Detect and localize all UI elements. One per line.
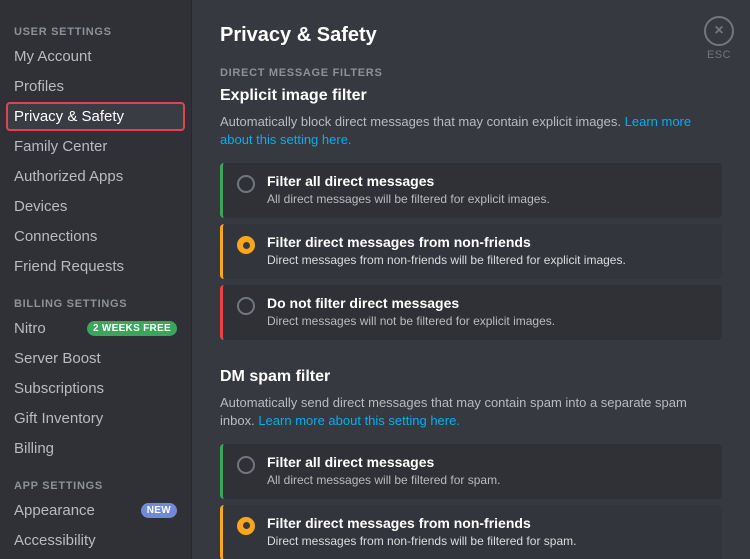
spam-filter-non-friends-option[interactable]: Filter direct messages from non-friends … [220, 505, 722, 559]
sidebar-item-label: Profiles [14, 78, 64, 95]
sidebar-item-label: Nitro [14, 320, 46, 337]
esc-button[interactable]: × ESC [704, 16, 734, 61]
page-title: Privacy & Safety [220, 24, 722, 47]
spam-filter-all-label: Filter all direct messages [267, 454, 708, 470]
sidebar-item-label: My Account [14, 48, 92, 65]
dm-spam-filter-options: Filter all direct messages All direct me… [220, 444, 722, 559]
explicit-filter-all-sublabel: All direct messages will be filtered for… [267, 191, 708, 208]
sidebar-item-privacy-safety[interactable]: Privacy & Safety [6, 102, 185, 131]
sidebar-item-family-center[interactable]: Family Center [6, 132, 185, 161]
nitro-badge: 2 WEEKS FREE [87, 321, 177, 336]
spam-learn-more-link[interactable]: Learn more about this setting here. [258, 413, 460, 428]
sidebar-item-appearance[interactable]: Appearance NEW [6, 496, 185, 525]
esc-label: ESC [707, 49, 731, 61]
sidebar-item-subscriptions[interactable]: Subscriptions [6, 374, 185, 403]
sidebar-item-label: Family Center [14, 138, 107, 155]
sidebar-item-label: Subscriptions [14, 380, 104, 397]
sidebar-item-label: Privacy & Safety [14, 108, 124, 125]
explicit-do-not-filter-option[interactable]: Do not filter direct messages Direct mes… [220, 285, 722, 340]
sidebar-item-devices[interactable]: Devices [6, 192, 185, 221]
sidebar-item-label: Server Boost [14, 350, 101, 367]
sidebar-item-nitro[interactable]: Nitro 2 WEEKS FREE [6, 314, 185, 343]
spam-filter-non-friends-radio [237, 517, 255, 535]
spam-filter-all-radio [237, 456, 255, 474]
sidebar-item-authorized-apps[interactable]: Authorized Apps [6, 162, 185, 191]
main-content: × ESC Privacy & Safety Direct Message Fi… [192, 0, 750, 559]
sidebar-item-my-account[interactable]: My Account [6, 42, 185, 71]
dm-spam-filter-description: Automatically send direct messages that … [220, 394, 722, 430]
sidebar-item-friend-requests[interactable]: Friend Requests [6, 252, 185, 281]
explicit-do-not-filter-sublabel: Direct messages will not be filtered for… [267, 313, 708, 330]
explicit-filter-all-label: Filter all direct messages [267, 173, 708, 189]
explicit-filter-non-friends-option[interactable]: Filter direct messages from non-friends … [220, 224, 722, 279]
sidebar-item-label: Connections [14, 228, 97, 245]
sidebar-item-connections[interactable]: Connections [6, 222, 185, 251]
sidebar-item-label: Devices [14, 198, 67, 215]
spam-filter-all-sublabel: All direct messages will be filtered for… [267, 472, 708, 489]
explicit-filter-non-friends-radio [237, 236, 255, 254]
explicit-image-filter-description: Automatically block direct messages that… [220, 113, 722, 149]
sidebar-item-gift-inventory[interactable]: Gift Inventory [6, 404, 185, 433]
sidebar-item-profiles[interactable]: Profiles [6, 72, 185, 101]
user-settings-section-label: User Settings [6, 10, 185, 42]
sidebar-item-label: Appearance [14, 502, 95, 519]
explicit-filter-all-radio [237, 175, 255, 193]
explicit-image-filter-options: Filter all direct messages All direct me… [220, 163, 722, 339]
spam-filter-non-friends-sublabel: Direct messages from non-friends will be… [267, 533, 708, 550]
explicit-filter-non-friends-sublabel: Direct messages from non-friends will be… [267, 252, 708, 269]
sidebar-item-label: Gift Inventory [14, 410, 103, 427]
explicit-filter-non-friends-label: Filter direct messages from non-friends [267, 234, 708, 250]
spam-filter-all-option[interactable]: Filter all direct messages All direct me… [220, 444, 722, 499]
dm-spam-filter-title: DM spam filter [220, 368, 722, 386]
sidebar: User Settings My Account Profiles Privac… [0, 0, 192, 559]
billing-settings-section-label: Billing Settings [6, 282, 185, 314]
explicit-image-filter-title: Explicit image filter [220, 87, 722, 105]
sidebar-item-label: Authorized Apps [14, 168, 123, 185]
dm-filters-section-header: Direct Message Filters [220, 67, 722, 79]
app-settings-section-label: App Settings [6, 464, 185, 496]
appearance-badge: NEW [141, 503, 177, 518]
sidebar-item-server-boost[interactable]: Server Boost [6, 344, 185, 373]
explicit-do-not-filter-radio [237, 297, 255, 315]
sidebar-item-label: Billing [14, 440, 54, 457]
sidebar-item-billing[interactable]: Billing [6, 434, 185, 463]
sidebar-item-label: Friend Requests [14, 258, 124, 275]
sidebar-item-accessibility[interactable]: Accessibility [6, 526, 185, 555]
spam-filter-non-friends-label: Filter direct messages from non-friends [267, 515, 708, 531]
esc-icon: × [704, 16, 734, 46]
sidebar-item-label: Accessibility [14, 532, 96, 549]
explicit-filter-all-option[interactable]: Filter all direct messages All direct me… [220, 163, 722, 218]
explicit-do-not-filter-label: Do not filter direct messages [267, 295, 708, 311]
